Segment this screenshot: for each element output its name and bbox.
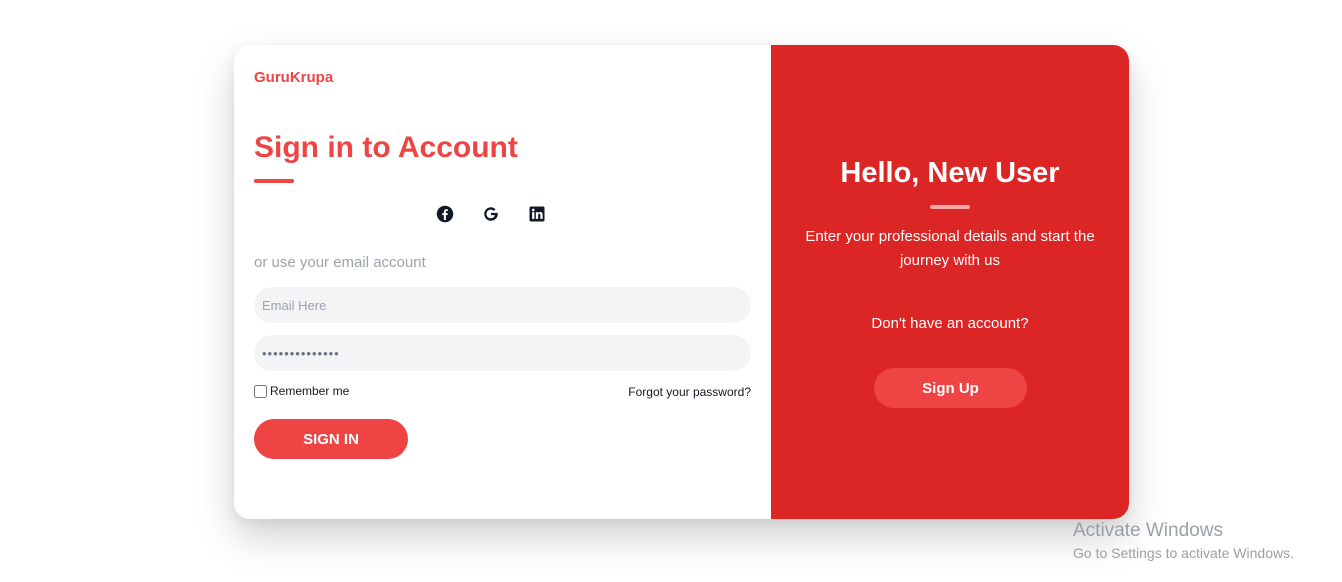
watermark-subtitle: Go to Settings to activate Windows. [1073, 545, 1294, 561]
remember-me-label: Remember me [270, 384, 350, 398]
linkedin-icon[interactable] [528, 205, 546, 223]
email-option-text: or use your email account [254, 254, 426, 271]
forgot-password-link[interactable]: Forgot your password? [628, 385, 751, 399]
signup-title-underline [930, 205, 970, 209]
watermark-title: Activate Windows [1073, 520, 1223, 541]
windows-activation-watermark: Activate Windows Go to Settings to activ… [1073, 519, 1294, 563]
login-card: GuruKrupa Sign in to Account or use your… [234, 45, 1129, 519]
title-underline [254, 179, 294, 183]
signup-button[interactable]: Sign Up [874, 368, 1027, 408]
signup-panel: Hello, New User Enter your professional … [771, 45, 1129, 519]
signin-title: Sign in to Account [254, 131, 518, 164]
email-input[interactable] [254, 287, 751, 323]
facebook-icon[interactable] [436, 205, 454, 223]
remember-me-checkbox[interactable] [254, 384, 267, 398]
password-input[interactable] [254, 335, 751, 371]
social-login-group [436, 203, 546, 225]
no-account-prompt: Don't have an account? [871, 315, 1029, 332]
signup-description: Enter your professional details and star… [805, 228, 1095, 269]
signin-panel: GuruKrupa Sign in to Account or use your… [234, 45, 771, 519]
brand-logo[interactable]: GuruKrupa [254, 69, 333, 86]
signin-button[interactable]: SIGN IN [254, 419, 408, 459]
signup-title: Hello, New User [840, 157, 1060, 189]
google-icon[interactable] [482, 205, 500, 223]
remember-me[interactable]: Remember me [254, 384, 349, 398]
